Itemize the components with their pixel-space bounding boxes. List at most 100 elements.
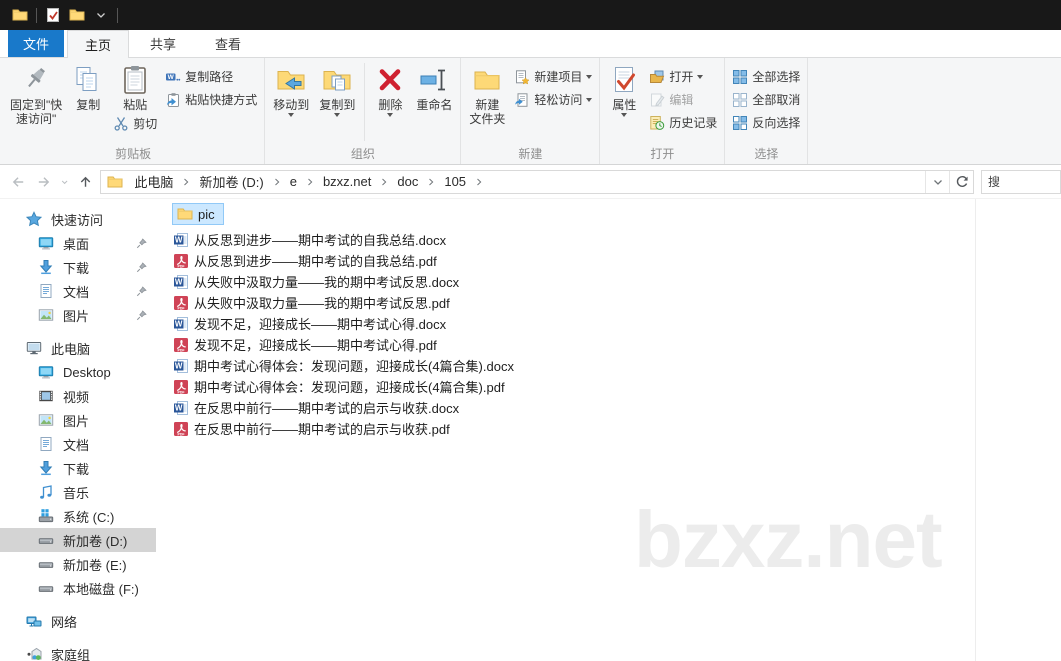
copy-path-button[interactable]: W 复制路径 [161, 65, 261, 88]
qat-separator [117, 7, 118, 23]
sidebar-section-this-pc[interactable]: 此电脑 [0, 336, 156, 360]
breadcrumb-chevron-icon [378, 176, 390, 188]
up-icon[interactable] [73, 171, 98, 193]
sidebar-section-network[interactable]: 网络 [0, 609, 156, 633]
ribbon-button-label: 属性 [612, 98, 637, 112]
drive-icon [38, 580, 54, 596]
new-item-button[interactable]: 新建项目 [510, 65, 596, 88]
sidebar-item-label: 新加卷 (E:) [63, 557, 127, 573]
file-list: pic W 从反思到进步——期中考试的自我总结.docx PDF 从反思到进步——期中考… [156, 199, 1061, 661]
sidebar-item-downloads[interactable]: 下载 [0, 255, 156, 279]
ribbon-group-label: 新建 [518, 147, 543, 161]
file-row[interactable]: PDF 在反思中前行——期中考试的启示与收获.pdf [172, 418, 1061, 439]
download-icon [38, 259, 54, 275]
qat-separator [36, 7, 37, 23]
tab-home[interactable]: 主页 [67, 30, 130, 58]
file-row[interactable]: W 在反思中前行——期中考试的启示与收获.docx [172, 397, 1061, 418]
sidebar-item-downloads-pc[interactable]: 下载 [0, 456, 156, 480]
network-icon [26, 613, 42, 629]
search-text: 搜 [988, 175, 1001, 189]
file-row[interactable]: W 从反思到进步——期中考试的自我总结.docx [172, 229, 1061, 250]
folder-icon[interactable] [69, 7, 85, 23]
sidebar-item-drive-e[interactable]: 新加卷 (E:) [0, 552, 156, 576]
tab-share[interactable]: 共享 [132, 30, 194, 57]
sidebar-item-music[interactable]: 音乐 [0, 480, 156, 504]
move-to-button[interactable]: 移动到 [268, 60, 314, 117]
history-button[interactable]: 历史记录 [645, 111, 721, 134]
sidebar-item-drive-d[interactable]: 新加卷 (D:) [0, 528, 156, 552]
file-row[interactable]: PDF 从失败中汲取力量——我的期中考试反思.pdf [172, 292, 1061, 313]
invert-selection-button[interactable]: 反向选择 [728, 111, 804, 134]
column-divider [975, 199, 976, 661]
paste-icon [119, 64, 151, 96]
file-row[interactable]: PDF 期中考试心得体会：发现问题，迎接成长(4篇合集).pdf [172, 376, 1061, 397]
edit-button[interactable]: 编辑 [645, 88, 721, 111]
delete-icon [374, 64, 406, 96]
address-dropdown-button[interactable] [925, 170, 949, 193]
recent-locations-chevron-icon[interactable] [56, 171, 73, 193]
ribbon-button-group: W 复制路径 粘贴快捷方式 [161, 60, 261, 111]
sidebar-item-desktop-folder[interactable]: Desktop [0, 360, 156, 384]
open-button[interactable]: 打开 [645, 65, 721, 88]
refresh-button[interactable] [949, 170, 973, 193]
dropdown-caret-icon [586, 74, 593, 79]
select-all-button[interactable]: 全部选择 [728, 65, 804, 88]
sidebar-item-pictures[interactable]: 图片 [0, 303, 156, 327]
properties-check-icon[interactable] [45, 7, 61, 23]
tab-view[interactable]: 查看 [197, 30, 259, 57]
easy-access-button[interactable]: 轻松访问 [510, 88, 596, 111]
breadcrumb-item[interactable]: 105 [437, 171, 473, 193]
back-icon[interactable] [6, 171, 31, 193]
breadcrumb-item[interactable]: bzxz.net [316, 171, 378, 193]
breadcrumb-item[interactable]: 此电脑 [127, 171, 180, 193]
sidebar-item-desktop[interactable]: 桌面 [0, 231, 156, 255]
file-row[interactable]: W 发现不足，迎接成长——期中考试心得.docx [172, 313, 1061, 334]
ribbon-button-label: 速访问" [16, 112, 57, 126]
homegroup-icon [26, 646, 42, 661]
sidebar-item-videos[interactable]: 视频 [0, 384, 156, 408]
computer-icon [26, 340, 42, 356]
properties-button[interactable]: 属性 [603, 60, 645, 117]
ribbon-button-label: 新建 [475, 98, 500, 112]
sidebar-item-drive-c[interactable]: 系统 (C:) [0, 504, 156, 528]
qat-chevron-down-icon[interactable] [93, 7, 109, 23]
sidebar-section-quick-access[interactable]: 快速访问 [0, 207, 156, 231]
file-row[interactable]: PDF 发现不足，迎接成长——期中考试心得.pdf [172, 334, 1061, 355]
ribbon-group: 全部选择 全部取消 反向选择 选择 [725, 58, 809, 164]
sidebar-section-homegroup[interactable]: 家庭组 [0, 642, 156, 661]
svg-text:PDF: PDF [178, 390, 186, 394]
breadcrumb-item[interactable]: e [283, 171, 304, 193]
svg-text:W: W [175, 361, 183, 370]
file-row[interactable]: W 期中考试心得体会：发现问题，迎接成长(4篇合集).docx [172, 355, 1061, 376]
svg-text:PDF: PDF [178, 432, 186, 436]
forward-icon[interactable] [31, 171, 56, 193]
paste-shortcut-button[interactable]: 粘贴快捷方式 [161, 88, 261, 111]
sidebar-item-drive-f[interactable]: 本地磁盘 (F:) [0, 576, 156, 600]
rename-button[interactable]: 重命名 [411, 60, 457, 112]
pictures-icon [38, 412, 54, 428]
copy-to-button[interactable]: 复制到 [314, 60, 360, 117]
breadcrumb-item[interactable]: doc [390, 171, 425, 193]
cut-button[interactable]: 剪切 [109, 112, 161, 135]
sidebar-item-pictures-pc[interactable]: 图片 [0, 408, 156, 432]
paste-button[interactable]: 粘贴 [114, 60, 156, 112]
new-folder-button[interactable]: 新建 文件夹 [464, 60, 510, 126]
sidebar-item-documents[interactable]: 文档 [0, 279, 156, 303]
select-none-button[interactable]: 全部取消 [728, 88, 804, 111]
delete-button[interactable]: 删除 [369, 60, 411, 117]
file-row[interactable]: PDF 从反思到进步——期中考试的自我总结.pdf [172, 250, 1061, 271]
folder-icon[interactable] [12, 7, 28, 23]
sidebar-item-label: 文档 [63, 437, 90, 453]
ribbon-group-label: 剪贴板 [115, 147, 152, 161]
word-icon: W [173, 316, 189, 332]
tab-file[interactable]: 文件 [8, 30, 65, 57]
breadcrumb-item[interactable]: 新加卷 (D:) [192, 171, 270, 193]
file-row[interactable]: W 从失败中汲取力量——我的期中考试反思.docx [172, 271, 1061, 292]
copy-button[interactable]: 复制 [67, 60, 109, 112]
sidebar-item-label: Desktop [63, 364, 111, 380]
sidebar-item-documents-pc[interactable]: 文档 [0, 432, 156, 456]
pin-to-quick-access-button[interactable]: 固定到"快 速访问" [5, 60, 67, 126]
search-input[interactable]: 搜 [981, 169, 1061, 194]
folder-row-selected[interactable]: pic [172, 203, 224, 225]
breadcrumb-chevron-icon [180, 176, 192, 188]
